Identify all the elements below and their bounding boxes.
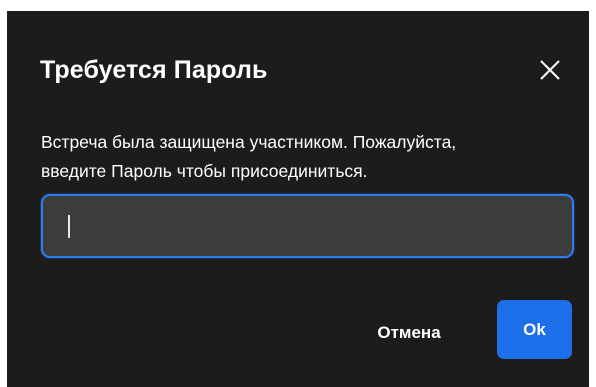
password-input[interactable] bbox=[61, 196, 555, 258]
cancel-button[interactable]: Отмена bbox=[363, 313, 455, 353]
password-field[interactable] bbox=[41, 194, 574, 258]
message-line: Встреча была защищена участником. Пожалу… bbox=[41, 132, 457, 152]
close-icon bbox=[540, 60, 560, 80]
dialog-message: Встреча была защищена участником. Пожалу… bbox=[41, 128, 561, 186]
password-required-dialog: Требуется Пароль Встреча была защищена у… bbox=[7, 11, 589, 387]
ok-button[interactable]: Ok bbox=[497, 300, 572, 359]
close-button[interactable] bbox=[537, 57, 563, 83]
text-caret bbox=[68, 215, 70, 238]
dialog-title: Требуется Пароль bbox=[40, 56, 268, 84]
message-line: введите Пароль чтобы присоединиться. bbox=[41, 161, 368, 181]
